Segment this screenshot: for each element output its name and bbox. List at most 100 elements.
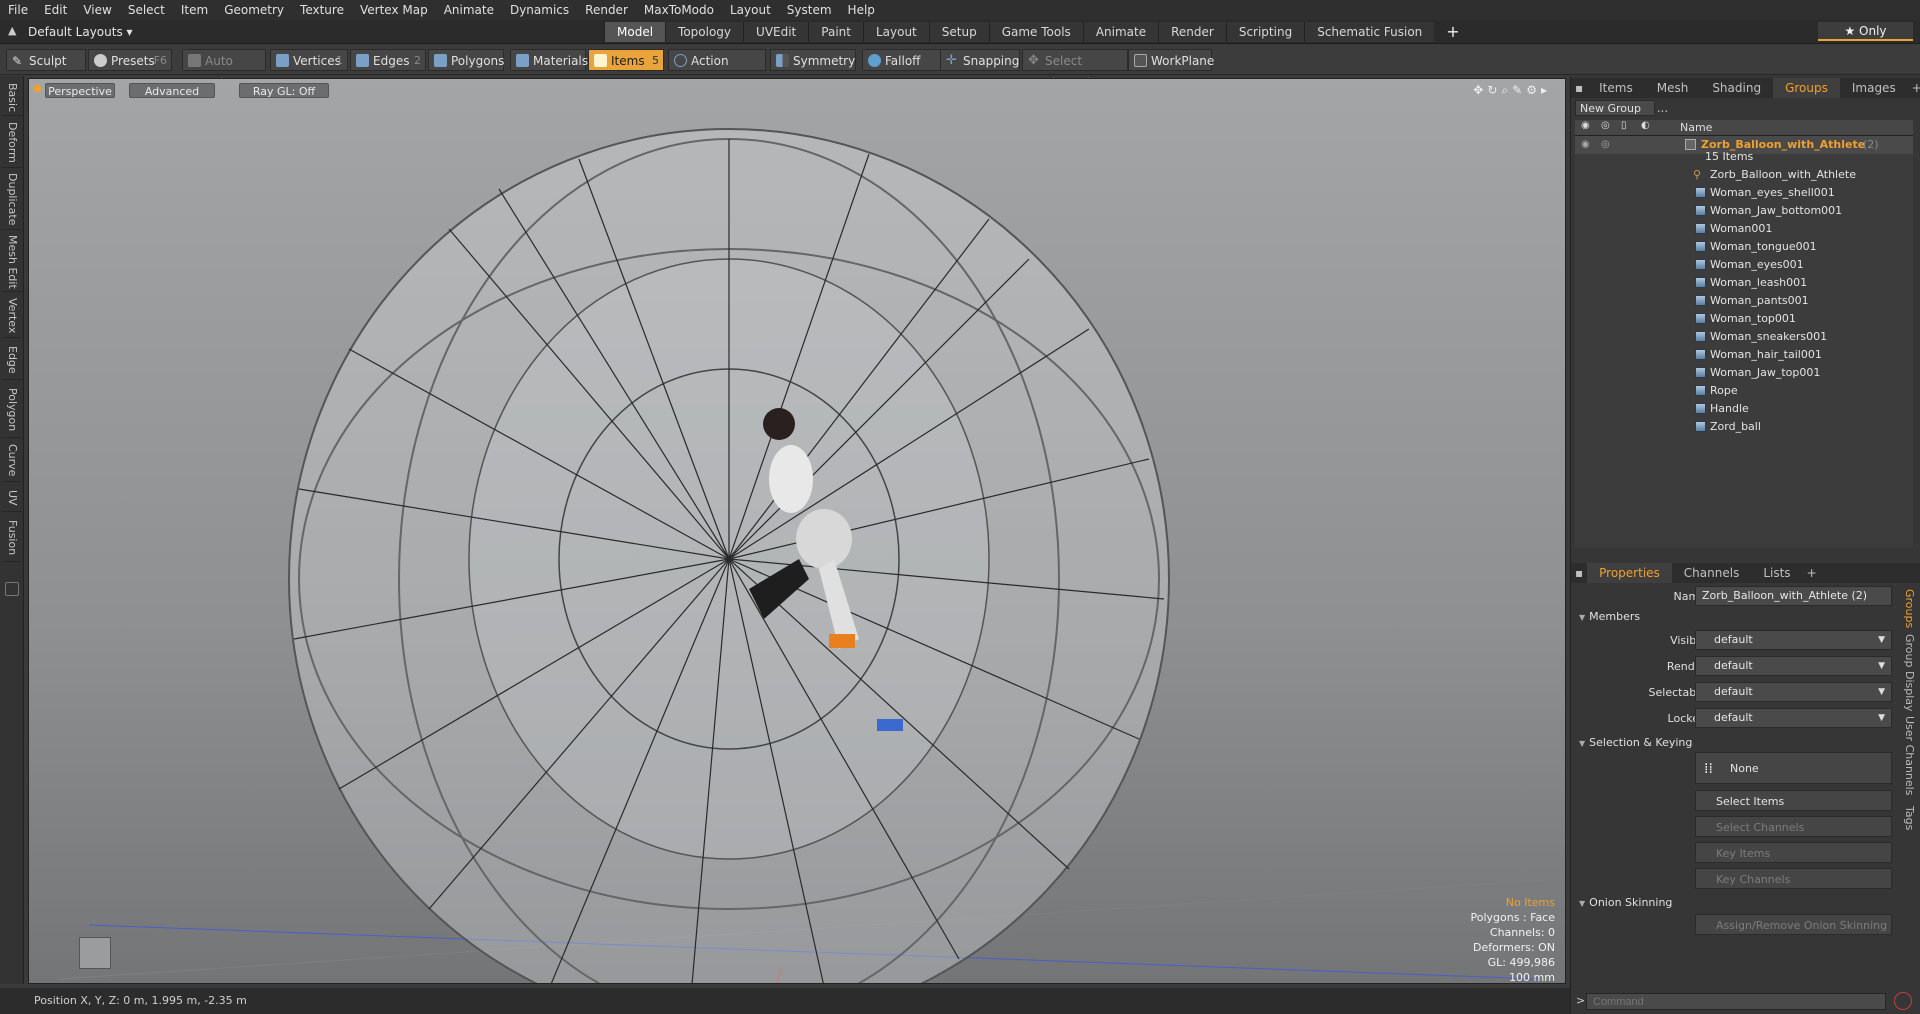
auto-select-button[interactable]: Auto Select: [182, 49, 266, 90]
record-icon[interactable]: [1894, 992, 1912, 1010]
tab-groups[interactable]: Groups: [1773, 78, 1840, 98]
tab-animate[interactable]: Animate: [1082, 22, 1159, 42]
selectable-select[interactable]: default ▼: [1695, 682, 1892, 702]
materials-button[interactable]: Materials: [510, 49, 588, 71]
tab-curve[interactable]: Curve: [2, 440, 22, 482]
menu-edit[interactable]: Edit: [36, 0, 75, 20]
locked-select[interactable]: default ▼: [1695, 708, 1892, 728]
tab-fusion[interactable]: Fusion: [2, 514, 22, 562]
tab-images[interactable]: Images: [1840, 78, 1908, 98]
layout-dropdown[interactable]: Default Layouts ▾: [28, 23, 133, 41]
menu-help[interactable]: Help: [840, 0, 883, 20]
tab-polygon[interactable]: Polygon: [2, 382, 22, 438]
tab-shading[interactable]: Shading: [1700, 78, 1773, 98]
menu-texture[interactable]: Texture: [292, 0, 352, 20]
only-button[interactable]: ★ Only: [1818, 22, 1913, 41]
select-col-icon[interactable]: ◐: [1641, 120, 1650, 131]
menu-maxtomodo[interactable]: MaxToModo: [636, 0, 722, 20]
selection-keying-section[interactable]: ▼ Selection & Keying: [1579, 736, 1692, 749]
tree-item[interactable]: Handle: [1575, 400, 1913, 418]
add-tab-icon[interactable]: +: [1803, 563, 1821, 583]
lock-col-icon[interactable]: ▯: [1621, 120, 1627, 131]
tab-paint[interactable]: Paint: [808, 22, 863, 42]
members-section[interactable]: ▼ Members: [1579, 610, 1640, 623]
tree-item[interactable]: Woman_tongue001: [1575, 238, 1913, 256]
key-items-button[interactable]: Key Items: [1695, 842, 1892, 863]
tab-mesh[interactable]: Mesh ...: [1645, 78, 1701, 115]
tree-item[interactable]: Woman_eyes_shell001: [1575, 184, 1913, 202]
name-column-header[interactable]: Name: [1680, 121, 1712, 134]
menu-geometry[interactable]: Geometry: [216, 0, 292, 20]
add-tab-icon[interactable]: +: [1908, 78, 1920, 98]
view-orientation-cube[interactable]: [79, 937, 111, 969]
tree-item[interactable]: Woman_hair_tail001: [1575, 346, 1913, 364]
presets-button[interactable]: Presets F6: [88, 49, 172, 71]
tab-channels[interactable]: Channels: [1672, 563, 1752, 583]
menu-animate[interactable]: Animate: [436, 0, 502, 20]
side-tab-tags[interactable]: Tags: [1899, 800, 1919, 836]
tree-item[interactable]: Woman_Jaw_bottom001: [1575, 202, 1913, 220]
falloff-button[interactable]: Falloff: [862, 49, 946, 71]
tool-expand-icon[interactable]: [5, 582, 19, 596]
sculpt-button[interactable]: ✎ Sculpt: [6, 49, 86, 71]
onion-skinning-section[interactable]: ▼ Onion Skinning: [1579, 896, 1672, 909]
key-channels-button[interactable]: Key Channels: [1695, 868, 1892, 889]
tree-item[interactable]: Woman_sneakers001: [1575, 328, 1913, 346]
side-tab-group-display[interactable]: Group Display: [1899, 634, 1919, 712]
visible-select[interactable]: default ▼: [1695, 630, 1892, 650]
tree-item[interactable]: Rope: [1575, 382, 1913, 400]
side-tab-user-channels[interactable]: User Channels: [1899, 716, 1919, 796]
name-field[interactable]: Zorb_Balloon_with_Athlete (2): [1695, 586, 1892, 606]
layout-collapse-icon[interactable]: ▲: [8, 24, 16, 37]
command-input[interactable]: [1586, 993, 1886, 1010]
visibility-col-icon[interactable]: ◉: [1581, 120, 1590, 131]
menu-select[interactable]: Select: [120, 0, 173, 20]
tab-model[interactable]: Model: [604, 22, 666, 42]
tab-game-tools[interactable]: Game Tools: [988, 22, 1083, 42]
tab-uvedit[interactable]: UVEdit: [743, 22, 809, 42]
vertices-button[interactable]: Vertices 1: [270, 49, 348, 71]
tab-mesh-edit[interactable]: Mesh Edit: [2, 232, 22, 292]
tree-item[interactable]: Woman001: [1575, 220, 1913, 238]
tab-uv[interactable]: UV: [2, 484, 22, 512]
symmetry-button[interactable]: Symmetry: [770, 49, 856, 71]
tree-item[interactable]: Woman_top001: [1575, 310, 1913, 328]
tab-properties[interactable]: Properties: [1587, 563, 1672, 583]
assign-onion-button[interactable]: Assign/Remove Onion Skinning: [1695, 914, 1892, 935]
tab-basic[interactable]: Basic: [2, 80, 22, 116]
render-select[interactable]: default ▼: [1695, 656, 1892, 676]
tab-items[interactable]: Items: [1587, 78, 1645, 98]
new-group-button[interactable]: New Group: [1575, 100, 1655, 116]
menu-layout[interactable]: Layout: [722, 0, 779, 20]
snapping-button[interactable]: ✛ Snapping: [940, 49, 1020, 71]
tab-layout[interactable]: Layout: [862, 22, 929, 42]
tree-item[interactable]: Woman_eyes001: [1575, 256, 1913, 274]
tab-lists[interactable]: Lists: [1751, 563, 1802, 583]
tab-scripting[interactable]: Scripting: [1225, 22, 1305, 42]
render-col-icon[interactable]: ◎: [1601, 120, 1610, 131]
tab-vertex[interactable]: Vertex: [2, 294, 22, 338]
panel-menu-icon[interactable]: ▪: [1571, 563, 1587, 583]
tab-schematic-fusion[interactable]: Schematic Fusion: [1304, 22, 1435, 42]
tree-item[interactable]: ⚲ Zorb_Balloon_with_Athlete: [1575, 166, 1913, 184]
tree-item[interactable]: Woman_pants001: [1575, 292, 1913, 310]
menu-render[interactable]: Render: [577, 0, 636, 20]
none-button[interactable]: ⁞⁞ None: [1695, 752, 1892, 784]
select-through-button[interactable]: ✥Select Through: [1022, 49, 1128, 90]
add-tab-icon[interactable]: +: [1434, 22, 1471, 42]
tree-item[interactable]: Zord_ball: [1575, 418, 1913, 436]
panel-menu-icon[interactable]: ▪: [1571, 78, 1587, 98]
tab-setup[interactable]: Setup: [928, 22, 989, 42]
menu-file[interactable]: File: [0, 0, 36, 20]
polygons-button[interactable]: Polygons: [428, 49, 504, 71]
tree-item[interactable]: Woman_Jaw_top001: [1575, 364, 1913, 382]
menu-vertex-map[interactable]: Vertex Map: [352, 0, 436, 20]
side-tab-groups[interactable]: Groups: [1899, 586, 1919, 632]
3d-viewport[interactable]: ● Perspective Advanced Ray GL: Off ✥↻⌕✎⚙…: [28, 78, 1566, 984]
tab-edge[interactable]: Edge: [2, 340, 22, 380]
edges-button[interactable]: Edges 2: [350, 49, 426, 71]
select-channels-button[interactable]: Select Channels: [1695, 816, 1892, 837]
action-center-button[interactable]: Action Center: [668, 49, 766, 90]
tab-render[interactable]: Render: [1158, 22, 1226, 42]
tab-deform[interactable]: Deform: [2, 118, 22, 168]
